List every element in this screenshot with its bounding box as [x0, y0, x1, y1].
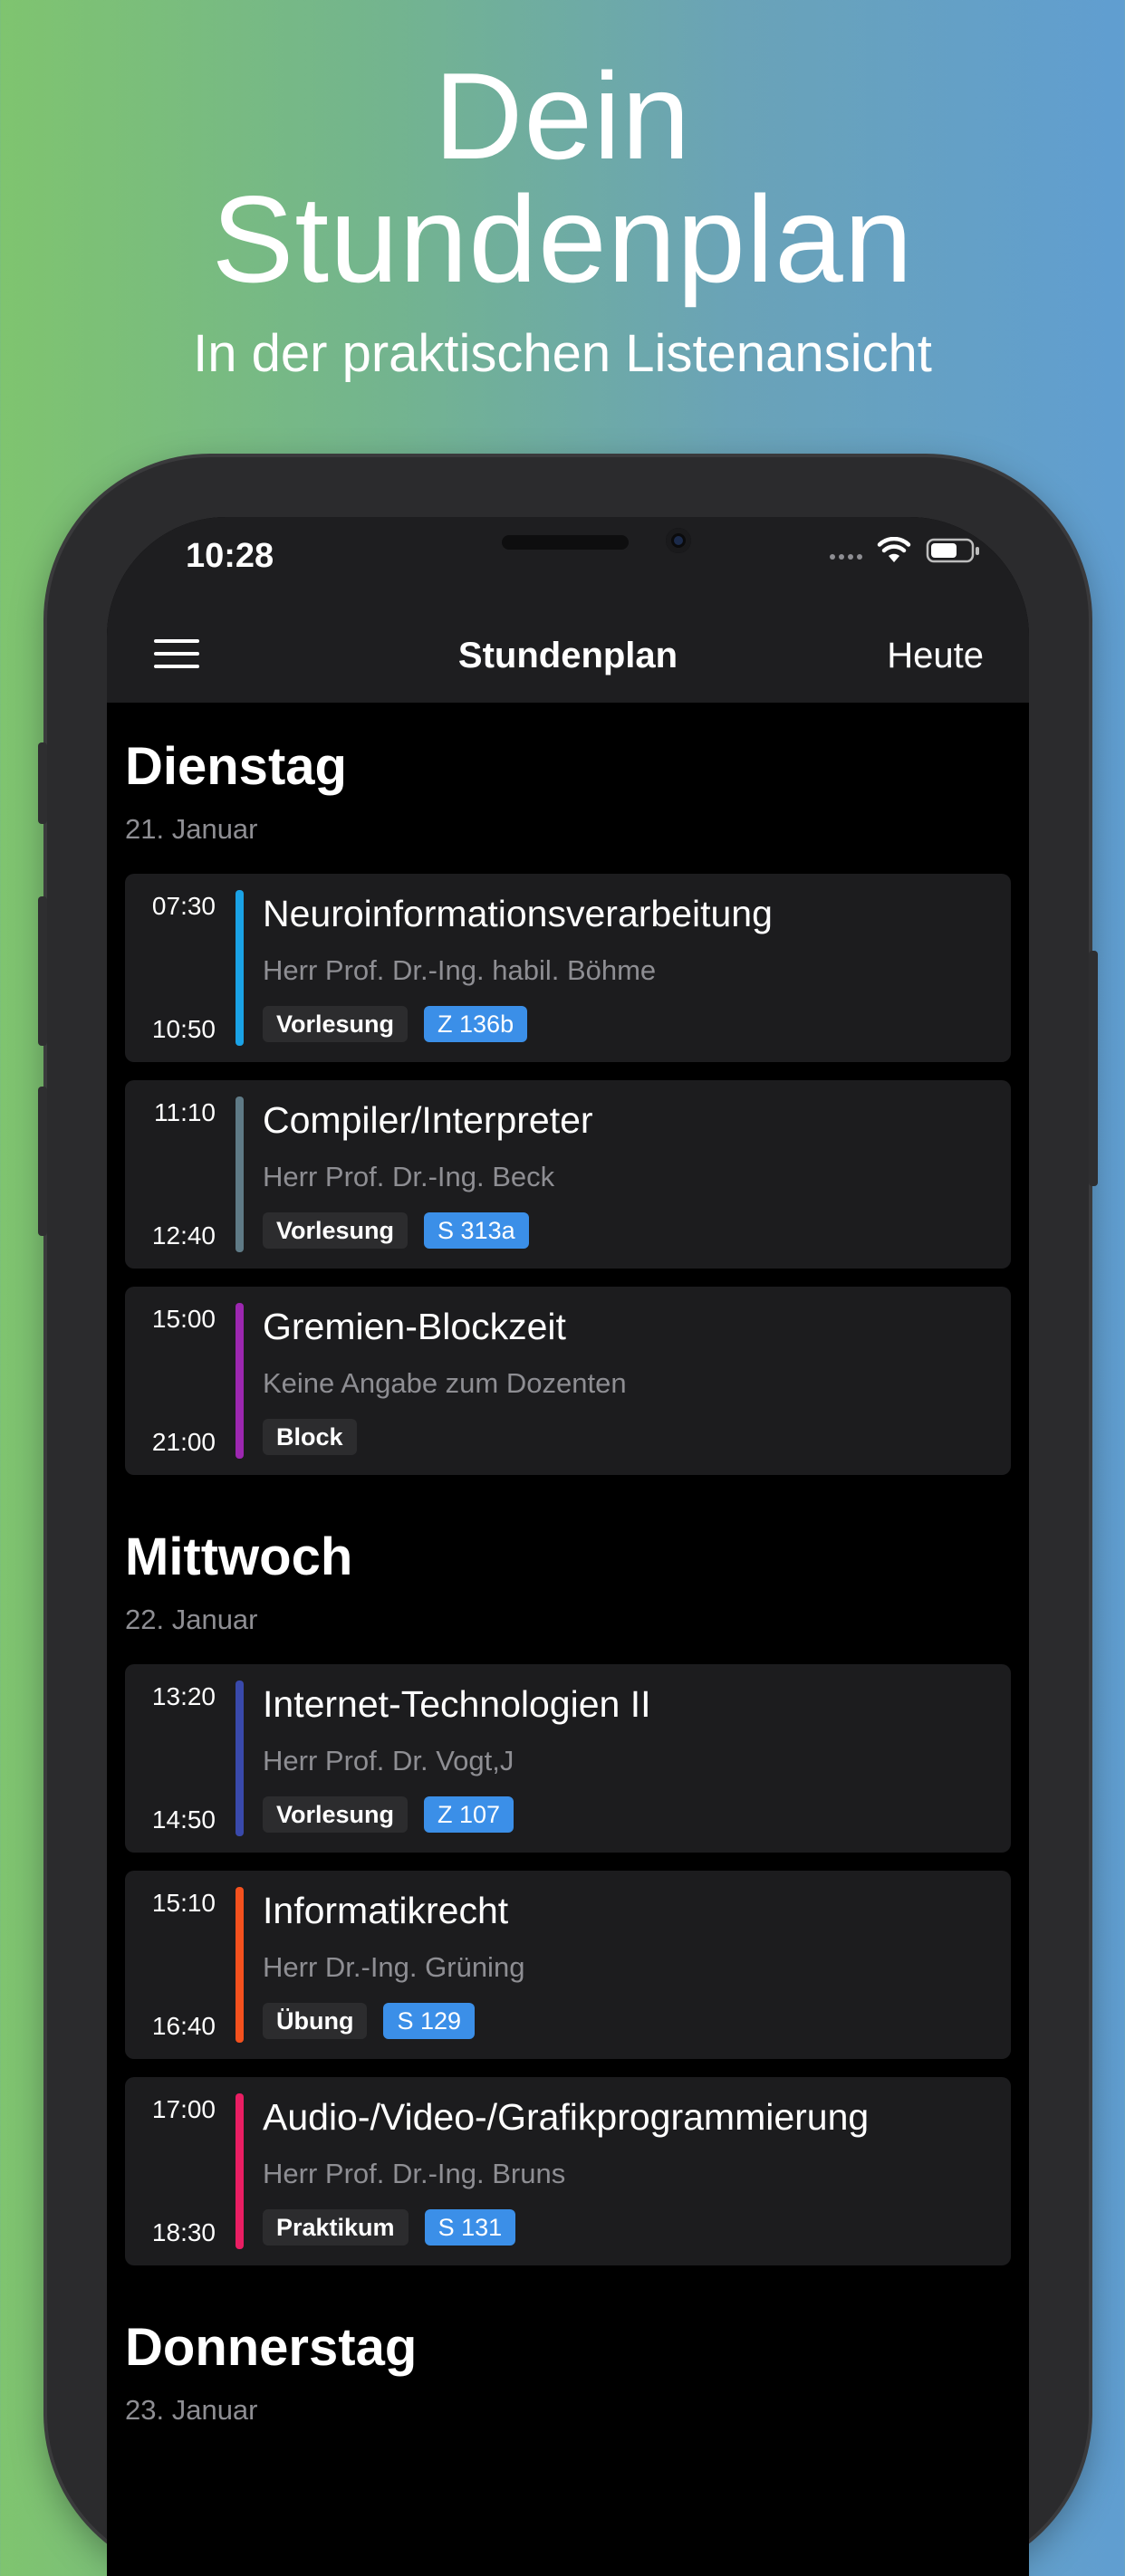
- lesson-tags: Block: [263, 1419, 357, 1455]
- hero-header: Dein Stundenplan In der praktischen List…: [0, 54, 1125, 380]
- lesson-color-bar: [236, 890, 244, 1046]
- top-bar: 10:28 Stundenplan Heute: [107, 517, 1029, 703]
- lesson-tags: Übung S 129: [263, 2003, 476, 2039]
- phone-screen: 10:28 Stundenplan Heute Dienstag 21. Jan…: [107, 517, 1029, 2576]
- lesson-type-badge: Vorlesung: [263, 1006, 409, 1042]
- lesson-title: Internet-Technologien II: [263, 1683, 651, 1725]
- start-time: 15:10: [151, 1889, 216, 1917]
- end-time: 14:50: [151, 1805, 216, 1834]
- status-icons: [830, 537, 980, 564]
- day-section-mittwoch: Mittwoch 22. Januar 13:20 14:50 Internet…: [125, 1493, 1011, 2265]
- lesson-card[interactable]: 17:00 18:30 Audio-/Video-/Grafikprogramm…: [125, 2077, 1011, 2265]
- room-badge: Z 107: [424, 1796, 514, 1833]
- day-name: Dienstag: [125, 737, 347, 796]
- lesson-title: Gremien-Blockzeit: [263, 1306, 566, 1347]
- lesson-tags: Vorlesung Z 136b: [263, 1006, 528, 1042]
- lesson-title: Compiler/Interpreter: [263, 1099, 593, 1141]
- lesson-list: 07:30 10:50 Neuroinformationsverarbeitun…: [125, 874, 1011, 1475]
- lesson-lecturer: Herr Prof. Dr.-Ing. habil. Böhme: [263, 954, 657, 986]
- earpiece-speaker: [502, 535, 629, 550]
- lesson-title: Informatikrecht: [263, 1890, 509, 1931]
- room-badge: S 129: [383, 2003, 476, 2039]
- room-badge: S 131: [424, 2209, 516, 2246]
- lesson-lecturer: Herr Prof. Dr. Vogt,J: [263, 1745, 514, 1776]
- lesson-color-bar: [236, 1096, 244, 1252]
- today-button[interactable]: Heute: [887, 636, 984, 676]
- start-time: 17:00: [151, 2095, 216, 2123]
- room-badge: Z 136b: [424, 1006, 528, 1042]
- lesson-card[interactable]: 15:00 21:00 Gremien-Blockzeit Keine Anga…: [125, 1287, 1011, 1475]
- day-date: 23. Januar: [125, 2394, 258, 2426]
- end-time: 18:30: [151, 2218, 216, 2246]
- wifi-icon: [877, 537, 911, 564]
- hero-title-line-1: Dein: [434, 47, 691, 185]
- lesson-card[interactable]: 11:10 12:40 Compiler/Interpreter Herr Pr…: [125, 1080, 1011, 1269]
- status-time: 10:28: [186, 537, 274, 575]
- hero-title-line-2: Stundenplan: [211, 170, 914, 308]
- day-name: Donnerstag: [125, 2318, 418, 2377]
- lesson-type-badge: Praktikum: [263, 2209, 409, 2246]
- end-time: 10:50: [151, 1015, 216, 1043]
- lesson-color-bar: [236, 1887, 244, 2043]
- lesson-type-badge: Vorlesung: [263, 1796, 409, 1833]
- day-date: 21. Januar: [125, 813, 258, 845]
- day-name: Mittwoch: [125, 1527, 353, 1586]
- lesson-card[interactable]: 13:20 14:50 Internet-Technologien II Her…: [125, 1664, 1011, 1853]
- lesson-tags: Vorlesung S 313a: [263, 1212, 529, 1249]
- mute-switch: [38, 742, 47, 824]
- lesson-card[interactable]: 15:10 16:40 Informatikrecht Herr Dr.-Ing…: [125, 1871, 1011, 2059]
- lesson-type-badge: Block: [263, 1419, 357, 1455]
- time-column: 17:00 18:30: [125, 2077, 216, 2265]
- day-date: 22. Januar: [125, 1604, 258, 1635]
- phone-frame: 10:28 Stundenplan Heute Dienstag 21. Jan…: [38, 457, 1098, 2576]
- volume-up-button: [38, 896, 47, 1046]
- end-time: 12:40: [151, 1221, 216, 1250]
- navigation-bar: Stundenplan Heute: [107, 603, 1029, 703]
- lesson-color-bar: [236, 2093, 244, 2249]
- volume-down-button: [38, 1087, 47, 1236]
- hero-title: Dein Stundenplan: [0, 54, 1125, 301]
- lesson-lecturer: Herr Prof. Dr.-Ing. Beck: [263, 1161, 555, 1192]
- day-section-dienstag: Dienstag 21. Januar 07:30 10:50 Neuroinf…: [125, 703, 1011, 1475]
- power-button: [1089, 951, 1098, 1186]
- front-camera: [666, 528, 691, 553]
- time-column: 15:10 16:40: [125, 1871, 216, 2059]
- lesson-list: 13:20 14:50 Internet-Technologien II Her…: [125, 1664, 1011, 2265]
- lesson-color-bar: [236, 1303, 244, 1459]
- time-column: 11:10 12:40: [125, 1080, 216, 1269]
- end-time: 21:00: [151, 1428, 216, 1456]
- lesson-lecturer: Keine Angabe zum Dozenten: [263, 1367, 627, 1399]
- lesson-type-badge: Übung: [263, 2003, 368, 2039]
- lesson-title: Audio-/Video-/Grafikprogrammierung: [263, 2096, 870, 2138]
- time-column: 13:20 14:50: [125, 1664, 216, 1853]
- lesson-type-badge: Vorlesung: [263, 1212, 409, 1249]
- start-time: 11:10: [154, 1098, 216, 1126]
- lesson-title: Neuroinformationsverarbeitung: [263, 893, 773, 934]
- lesson-card[interactable]: 07:30 10:50 Neuroinformationsverarbeitun…: [125, 874, 1011, 1062]
- lesson-tags: Praktikum S 131: [263, 2209, 516, 2246]
- time-column: 15:00 21:00: [125, 1287, 216, 1475]
- hero-subtitle: In der praktischen Listenansicht: [193, 324, 932, 383]
- room-badge: S 313a: [424, 1212, 529, 1249]
- time-column: 07:30 10:50: [125, 874, 216, 1062]
- signal-dots-icon: [830, 541, 862, 560]
- schedule-list[interactable]: Dienstag 21. Januar 07:30 10:50 Neuroinf…: [125, 703, 1011, 2424]
- start-time: 07:30: [151, 892, 216, 920]
- lesson-lecturer: Herr Prof. Dr.-Ing. Bruns: [263, 2158, 566, 2189]
- lesson-tags: Vorlesung Z 107: [263, 1796, 514, 1833]
- lesson-color-bar: [236, 1681, 244, 1836]
- day-section-donnerstag: Donnerstag 23. Januar: [125, 2284, 1011, 2426]
- battery-icon: [926, 537, 980, 564]
- end-time: 16:40: [151, 2012, 216, 2040]
- start-time: 13:20: [151, 1682, 216, 1710]
- lesson-lecturer: Herr Dr.-Ing. Grüning: [263, 1951, 525, 1983]
- start-time: 15:00: [151, 1305, 216, 1333]
